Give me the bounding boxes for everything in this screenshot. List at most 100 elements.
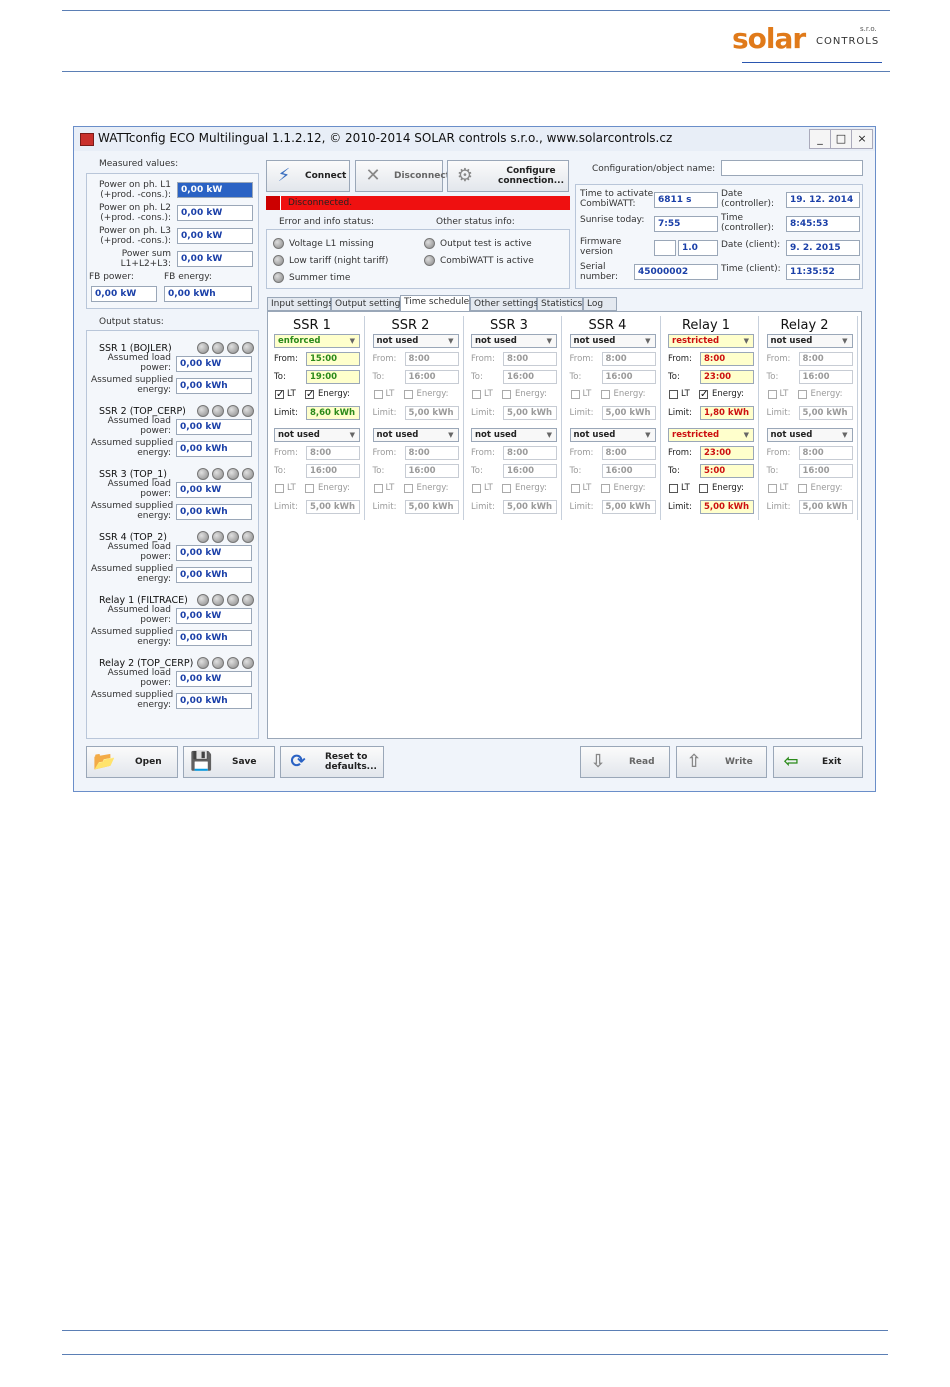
lt-checkbox[interactable] — [373, 390, 383, 399]
energy-checkbox[interactable] — [403, 390, 413, 399]
schedule-mode-select[interactable]: enforced — [274, 334, 360, 348]
to-field[interactable]: 16:00 — [306, 464, 360, 478]
from-field[interactable]: 8:00 — [404, 446, 459, 460]
schedule-mode-select[interactable]: restricted — [668, 428, 754, 442]
connect-button[interactable]: ⚡ Connect — [266, 160, 350, 192]
lt-checkbox[interactable] — [472, 390, 481, 399]
limit-field[interactable]: 5,00 kWh — [798, 406, 853, 420]
serial-field[interactable]: 45000002 — [634, 264, 718, 280]
limit-field[interactable]: 5,00 kWh — [306, 500, 360, 514]
tab-input-settings[interactable]: Input settings — [267, 297, 333, 311]
assumed-load-field[interactable]: 0,00 kW — [176, 608, 252, 624]
limit-field[interactable]: 5,00 kWh — [503, 406, 557, 420]
close-button[interactable]: × — [851, 129, 873, 149]
limit-field[interactable]: 8,60 kWh — [306, 406, 360, 420]
from-field[interactable]: 23:00 — [700, 446, 754, 460]
read-button[interactable]: ⇩ Read — [580, 746, 670, 778]
to-field[interactable]: 16:00 — [404, 464, 459, 478]
to-field[interactable]: 16:00 — [404, 370, 459, 384]
configure-connection-button[interactable]: ⚙ Configure connection... — [447, 160, 569, 192]
assumed-supplied-field[interactable]: 0,00 kWh — [176, 504, 252, 520]
tab-time-schedules[interactable]: Time schedules — [400, 295, 474, 312]
schedule-mode-select[interactable]: not used — [471, 334, 557, 348]
schedule-mode-select[interactable]: not used — [569, 428, 656, 442]
from-field[interactable]: 8:00 — [601, 446, 656, 460]
to-field[interactable]: 16:00 — [601, 370, 656, 384]
lt-checkbox[interactable] — [669, 484, 678, 493]
lt-checkbox[interactable] — [767, 390, 777, 399]
assumed-supplied-field[interactable]: 0,00 kWh — [176, 630, 252, 646]
open-button[interactable]: 📂 Open — [86, 746, 178, 778]
schedule-mode-select[interactable]: not used — [471, 428, 557, 442]
firmware-version-field[interactable]: 1.0 — [678, 240, 718, 256]
assumed-load-field[interactable]: 0,00 kW — [176, 482, 252, 498]
fb-power-field[interactable]: 0,00 kW — [91, 286, 157, 302]
schedule-mode-select[interactable]: not used — [274, 428, 360, 442]
minimize-button[interactable]: _ — [809, 129, 831, 149]
measured-value-field[interactable]: 0,00 kW — [177, 228, 253, 244]
fb-energy-field[interactable]: 0,00 kWh — [164, 286, 252, 302]
time-controller-field[interactable]: 8:45:53 — [786, 216, 860, 232]
energy-checkbox[interactable]: ✓ — [699, 390, 708, 400]
sunrise-field[interactable]: 7:55 — [654, 216, 718, 232]
from-field[interactable]: 8:00 — [503, 352, 557, 366]
limit-field[interactable]: 5,00 kWh — [700, 500, 754, 514]
schedule-mode-select[interactable]: not used — [372, 334, 459, 348]
measured-value-field[interactable]: 0,00 kW — [177, 205, 253, 221]
to-field[interactable]: 23:00 — [700, 370, 754, 384]
assumed-load-field[interactable]: 0,00 kW — [176, 671, 252, 687]
from-field[interactable]: 15:00 — [306, 352, 360, 366]
limit-field[interactable]: 5,00 kWh — [601, 500, 656, 514]
from-field[interactable]: 8:00 — [404, 352, 459, 366]
measured-value-field[interactable]: 0,00 kW — [177, 182, 253, 198]
title-bar[interactable]: WATTconfig ECO Multilingual 1.1.2.12, © … — [74, 127, 875, 151]
maximize-button[interactable]: □ — [830, 129, 852, 149]
limit-field[interactable]: 5,00 kWh — [601, 406, 656, 420]
from-field[interactable]: 8:00 — [306, 446, 360, 460]
from-field[interactable]: 8:00 — [601, 352, 656, 366]
reset-defaults-button[interactable]: ⟳ Reset to defaults... — [280, 746, 384, 778]
energy-checkbox[interactable] — [699, 484, 708, 493]
energy-checkbox[interactable] — [502, 484, 511, 493]
to-field[interactable]: 16:00 — [798, 370, 853, 384]
schedule-mode-select[interactable]: not used — [569, 334, 656, 348]
date-controller-field[interactable]: 19. 12. 2014 — [786, 192, 860, 208]
energy-checkbox[interactable] — [502, 390, 511, 399]
limit-field[interactable]: 1,80 kWh — [700, 406, 754, 420]
from-field[interactable]: 8:00 — [503, 446, 557, 460]
tab-other-settings[interactable]: Other settings — [470, 297, 538, 311]
disconnect-button[interactable]: ✕ Disconnect — [355, 160, 450, 192]
lt-checkbox[interactable] — [275, 484, 284, 493]
to-field[interactable]: 19:00 — [306, 370, 360, 384]
limit-field[interactable]: 5,00 kWh — [503, 500, 557, 514]
lt-checkbox[interactable] — [472, 484, 481, 493]
time-activate-field[interactable]: 6811 s — [654, 192, 718, 208]
energy-checkbox[interactable] — [600, 484, 610, 493]
energy-checkbox[interactable] — [403, 484, 413, 493]
schedule-mode-select[interactable]: not used — [766, 334, 853, 348]
from-field[interactable]: 8:00 — [798, 352, 853, 366]
schedule-mode-select[interactable]: not used — [372, 428, 459, 442]
lt-checkbox[interactable] — [570, 484, 580, 493]
time-client-field[interactable]: 11:35:52 — [786, 264, 860, 280]
to-field[interactable]: 16:00 — [601, 464, 656, 478]
limit-field[interactable]: 5,00 kWh — [798, 500, 853, 514]
energy-checkbox[interactable] — [305, 484, 314, 493]
measured-value-field[interactable]: 0,00 kW — [177, 251, 253, 267]
lt-checkbox[interactable] — [669, 390, 678, 399]
energy-checkbox[interactable] — [797, 390, 807, 399]
save-button[interactable]: 💾 Save — [183, 746, 275, 778]
tab-statistics[interactable]: Statistics — [537, 297, 583, 311]
firmware-major-field[interactable] — [654, 240, 676, 256]
date-client-field[interactable]: 9. 2. 2015 — [786, 240, 860, 256]
to-field[interactable]: 16:00 — [798, 464, 853, 478]
assumed-load-field[interactable]: 0,00 kW — [176, 545, 252, 561]
assumed-load-field[interactable]: 0,00 kW — [176, 356, 252, 372]
config-name-input[interactable] — [721, 160, 863, 176]
energy-checkbox[interactable] — [797, 484, 807, 493]
assumed-supplied-field[interactable]: 0,00 kWh — [176, 693, 252, 709]
lt-checkbox[interactable] — [373, 484, 383, 493]
limit-field[interactable]: 5,00 kWh — [404, 500, 459, 514]
limit-field[interactable]: 5,00 kWh — [404, 406, 459, 420]
assumed-load-field[interactable]: 0,00 kW — [176, 419, 252, 435]
